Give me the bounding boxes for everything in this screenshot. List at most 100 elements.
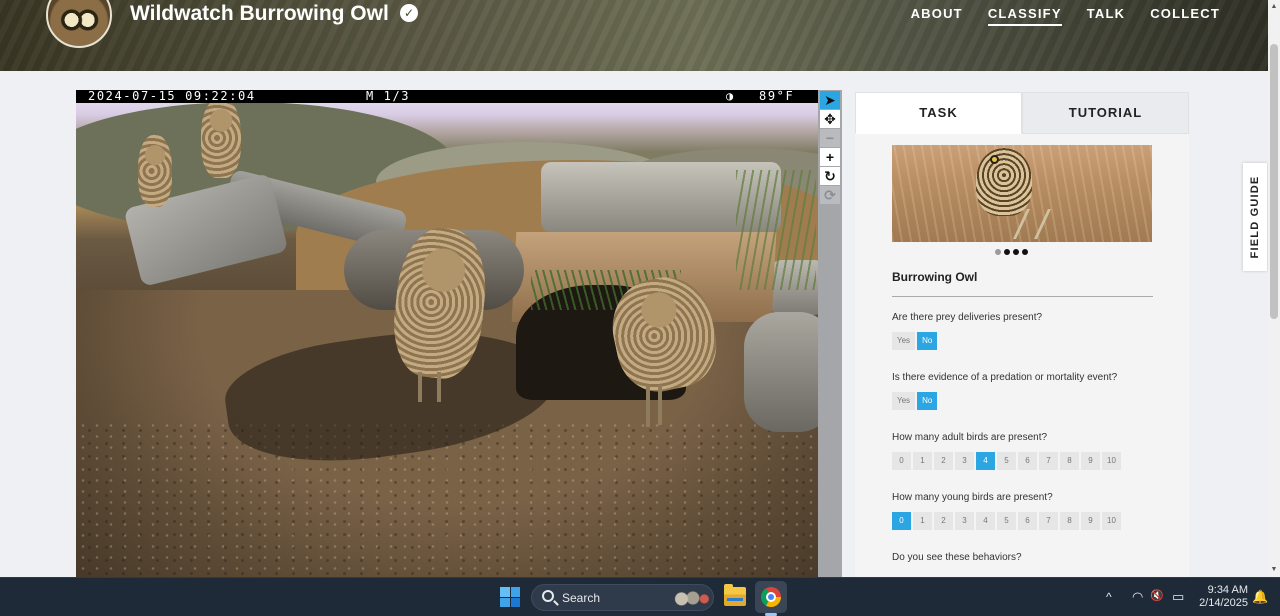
owl-leg: [646, 385, 650, 427]
carousel-dot[interactable]: [1022, 249, 1028, 255]
nav-collect[interactable]: COLLECT: [1150, 6, 1220, 26]
concrete-pipe: [744, 312, 818, 432]
count-option[interactable]: 5: [997, 512, 1016, 530]
scroll-down-arrow-icon[interactable]: ▼: [1268, 563, 1280, 577]
project-header: Wildwatch Burrowing Owl ✓ ABOUT CLASSIFY…: [0, 0, 1268, 71]
count-option[interactable]: 4: [976, 452, 995, 470]
count-option[interactable]: 10: [1102, 512, 1121, 530]
taskbar-search[interactable]: Search: [531, 584, 714, 611]
answers-prey-deliveries: Yes No: [892, 332, 938, 350]
answer-no[interactable]: No: [917, 332, 938, 350]
camera-frame: M 1/3: [366, 90, 411, 103]
task-panel: TASK TUTORIAL Burrowing Owl Are there pr…: [855, 92, 1189, 577]
count-option[interactable]: 5: [997, 452, 1016, 470]
camera-info-bar: 2024-07-15 09:22:04 M 1/3 ◑ 89°F: [76, 90, 818, 103]
task-body: Burrowing Owl Are there prey deliveries …: [881, 134, 1163, 577]
guide-owl-eye: [990, 155, 999, 164]
owl-adult: [201, 98, 241, 178]
count-option[interactable]: 1: [913, 452, 932, 470]
question-behaviors: Do you see these behaviors?: [892, 552, 1022, 563]
answers-predation: Yes No: [892, 392, 938, 410]
nav-about[interactable]: ABOUT: [911, 6, 963, 26]
project-nav: ABOUT CLASSIFY TALK COLLECT: [911, 6, 1220, 26]
moon-phase-icon: ◑: [726, 90, 734, 103]
plus-icon[interactable]: +: [820, 148, 840, 166]
count-option[interactable]: 8: [1060, 452, 1079, 470]
taskbar: Search ^ ◠ 🔇 ▭ 9:34 AM 2/14/2025 🔔: [0, 577, 1280, 616]
taskbar-search-label: Search: [562, 591, 601, 605]
guide-owl: [976, 148, 1032, 216]
count-option[interactable]: 3: [955, 452, 974, 470]
carousel-dot[interactable]: [1013, 249, 1019, 255]
chrome-icon: [761, 587, 781, 607]
rotate-icon[interactable]: ↻: [820, 167, 840, 185]
scroll-up-arrow-icon[interactable]: ▲: [1268, 0, 1280, 14]
grass-tuft: [736, 170, 816, 290]
project-avatar[interactable]: [46, 0, 112, 48]
count-option[interactable]: 1: [913, 512, 932, 530]
windows-start-icon[interactable]: [500, 587, 520, 607]
question-adult-count: How many adult birds are present?: [892, 432, 1048, 443]
count-option[interactable]: 6: [1018, 452, 1037, 470]
search-highlight-icon: [672, 589, 710, 607]
panel-tabs: TASK TUTORIAL: [855, 92, 1189, 134]
verified-badge-icon: ✓: [400, 4, 418, 22]
scroll-thumb[interactable]: [1270, 44, 1278, 319]
count-option[interactable]: 3: [955, 512, 974, 530]
subject-image[interactable]: 2024-07-15 09:22:04 M 1/3 ◑ 89°F: [76, 90, 818, 577]
count-option[interactable]: 4: [976, 512, 995, 530]
tray-overflow-chevron-icon[interactable]: ^: [1106, 590, 1112, 604]
camera-temperature: 89°F: [759, 90, 795, 103]
divider: [892, 296, 1153, 297]
chrome-taskbar-button[interactable]: [755, 581, 787, 613]
carousel-dots: [995, 249, 1028, 255]
count-option[interactable]: 9: [1081, 452, 1100, 470]
project-title[interactable]: Wildwatch Burrowing Owl: [130, 2, 389, 26]
count-option[interactable]: 2: [934, 512, 953, 530]
answers-young-count: 0 1 2 3 4 5 6 7 8 9 10: [892, 512, 1121, 530]
count-option[interactable]: 2: [934, 452, 953, 470]
carousel-dot[interactable]: [1004, 249, 1010, 255]
battery-icon[interactable]: ▭: [1172, 589, 1184, 604]
question-predation: Is there evidence of a predation or mort…: [892, 372, 1118, 383]
answer-no[interactable]: No: [917, 392, 938, 410]
field-guide-label: FIELD GUIDE: [1249, 175, 1261, 259]
answer-yes[interactable]: Yes: [892, 332, 916, 350]
clock-date: 2/14/2025: [1199, 597, 1248, 609]
volume-muted-icon[interactable]: 🔇: [1150, 589, 1164, 604]
system-clock[interactable]: 9:34 AM 2/14/2025: [1196, 584, 1248, 610]
move-icon[interactable]: ✥: [820, 110, 840, 128]
page-scrollbar[interactable]: ▲ ▼: [1268, 0, 1280, 577]
field-guide-button[interactable]: FIELD GUIDE: [1243, 163, 1267, 271]
owl-leg: [658, 385, 662, 425]
file-explorer-icon[interactable]: [724, 584, 746, 606]
count-option[interactable]: 7: [1039, 452, 1058, 470]
count-option[interactable]: 0: [892, 512, 911, 530]
count-option[interactable]: 10: [1102, 452, 1121, 470]
notification-bell-icon[interactable]: 🔔: [1252, 589, 1268, 605]
reset-icon[interactable]: ⟳: [820, 186, 840, 204]
count-option[interactable]: 7: [1039, 512, 1058, 530]
count-option[interactable]: 8: [1060, 512, 1079, 530]
nav-talk[interactable]: TALK: [1087, 6, 1126, 26]
count-option[interactable]: 0: [892, 452, 911, 470]
question-prey-deliveries: Are there prey deliveries present?: [892, 312, 1043, 323]
pointer-icon[interactable]: ➤: [820, 91, 840, 109]
tab-task[interactable]: TASK: [855, 92, 1022, 134]
minus-icon[interactable]: −: [820, 129, 840, 147]
owl-leg: [418, 372, 422, 402]
carousel-dot[interactable]: [995, 249, 1001, 255]
species-guide-image[interactable]: [892, 145, 1152, 242]
nav-classify[interactable]: CLASSIFY: [987, 6, 1062, 26]
owl-adult: [138, 135, 172, 207]
camera-timestamp: 2024-07-15 09:22:04: [88, 90, 256, 103]
answer-yes[interactable]: Yes: [892, 392, 916, 410]
count-option[interactable]: 6: [1018, 512, 1037, 530]
wifi-icon[interactable]: ◠: [1132, 589, 1143, 604]
tab-tutorial[interactable]: TUTORIAL: [1022, 92, 1189, 134]
count-option[interactable]: 9: [1081, 512, 1100, 530]
species-name: Burrowing Owl: [892, 270, 978, 284]
answers-adult-count: 0 1 2 3 4 5 6 7 8 9 10: [892, 452, 1121, 470]
question-young-count: How many young birds are present?: [892, 492, 1053, 503]
owl-leg: [437, 372, 441, 402]
